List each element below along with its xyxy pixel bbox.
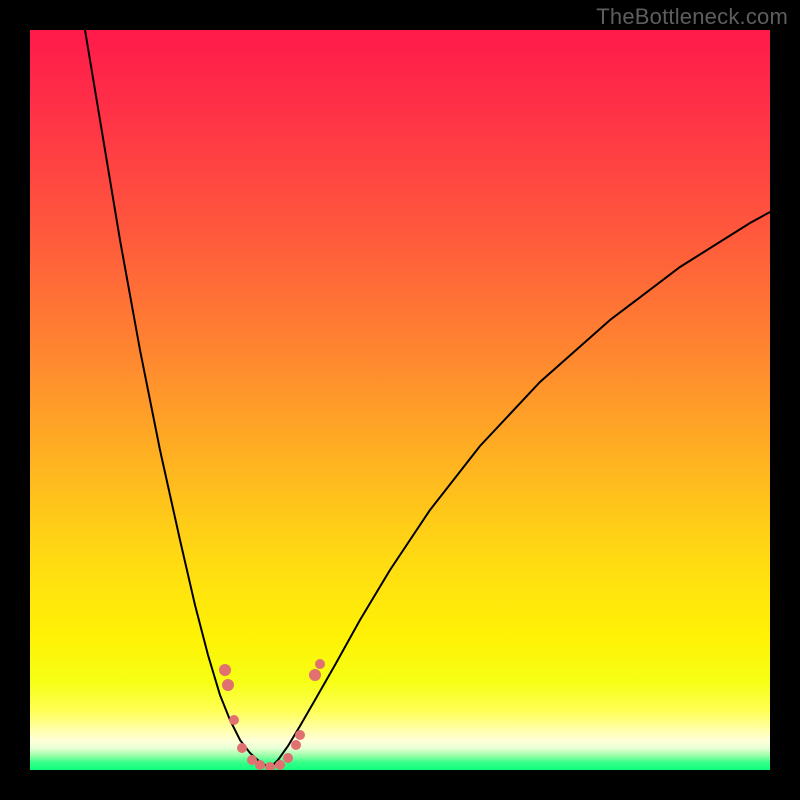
curve-layer	[30, 30, 770, 770]
data-marker	[237, 743, 247, 753]
data-marker	[219, 664, 231, 676]
right-curve	[270, 212, 770, 768]
data-marker	[295, 730, 305, 740]
watermark-text: TheBottleneck.com	[596, 4, 788, 30]
data-marker	[275, 760, 285, 770]
data-marker	[291, 740, 301, 750]
data-markers	[219, 659, 325, 770]
data-marker	[229, 715, 239, 725]
data-marker	[315, 659, 325, 669]
plot-area	[30, 30, 770, 770]
left-curve	[85, 30, 270, 768]
data-marker	[222, 679, 234, 691]
data-marker	[255, 760, 265, 770]
chart-frame: TheBottleneck.com	[0, 0, 800, 800]
data-marker	[309, 669, 321, 681]
data-marker	[283, 753, 293, 763]
